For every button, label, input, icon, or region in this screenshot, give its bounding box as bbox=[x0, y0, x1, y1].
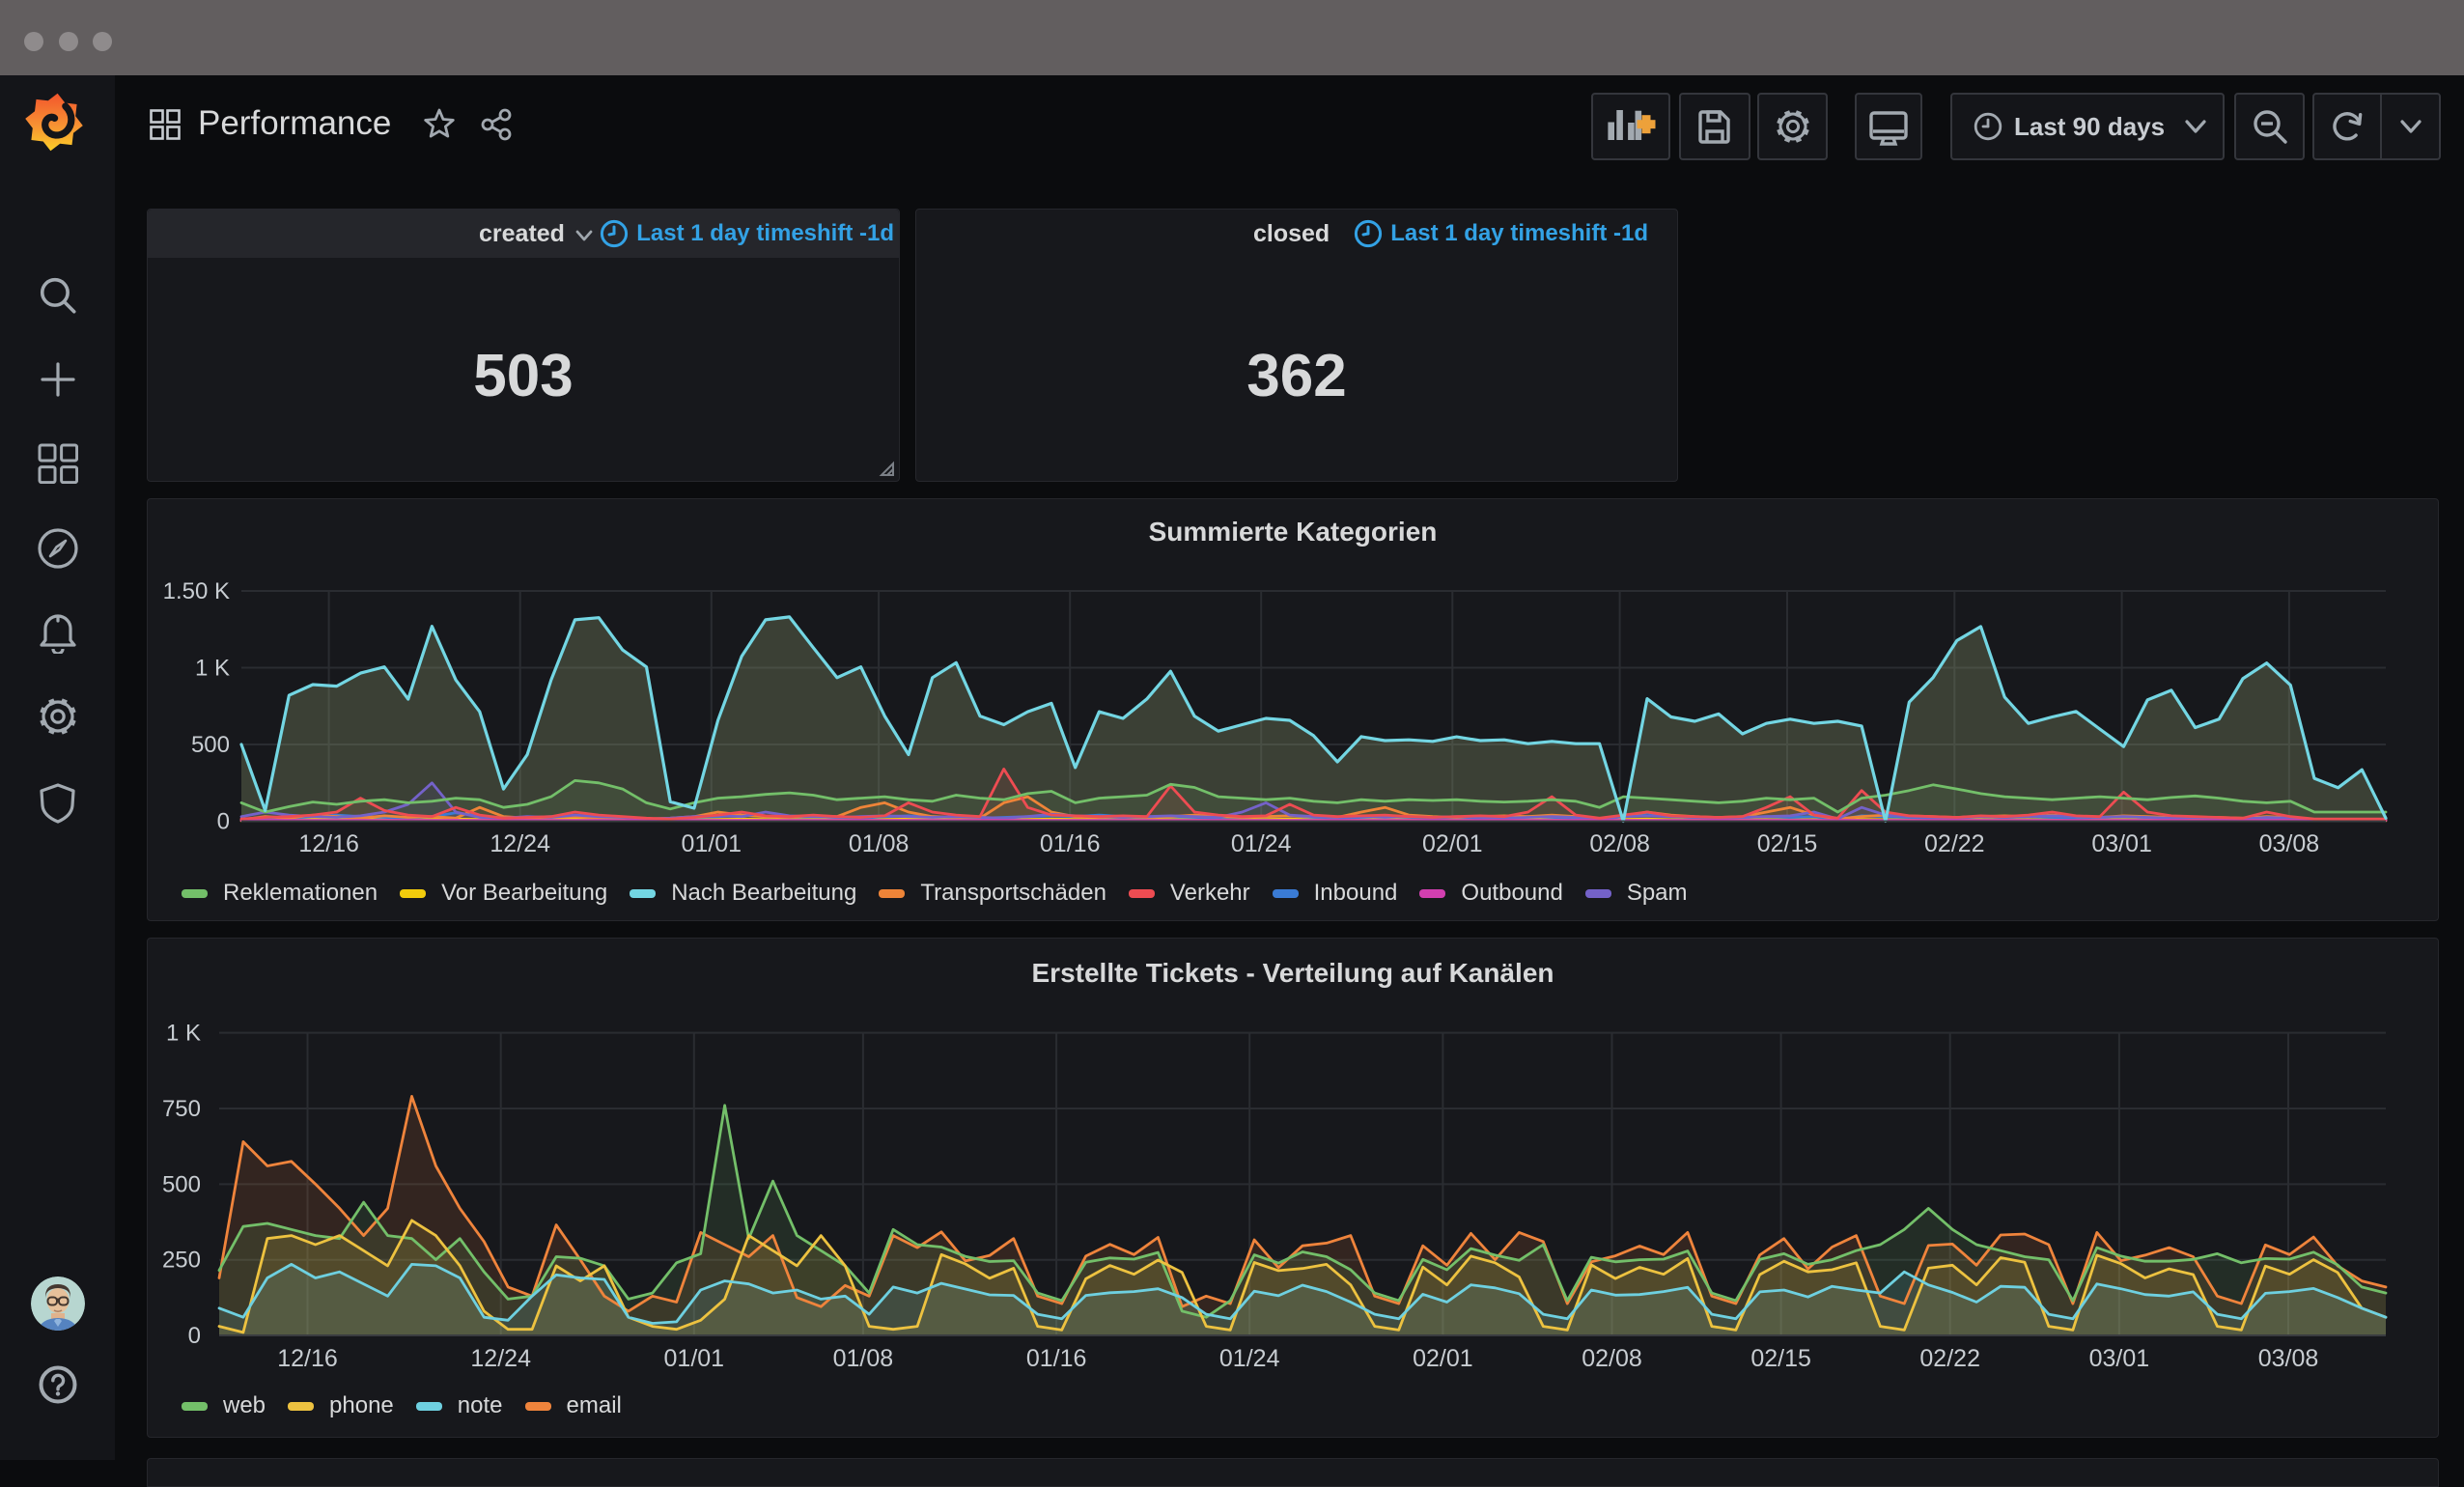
svg-text:01/08: 01/08 bbox=[849, 830, 910, 857]
svg-text:0: 0 bbox=[217, 809, 230, 835]
svg-text:01/16: 01/16 bbox=[1026, 1345, 1087, 1372]
svg-text:12/24: 12/24 bbox=[490, 830, 550, 857]
svg-text:250: 250 bbox=[162, 1248, 201, 1274]
svg-text:01/16: 01/16 bbox=[1040, 830, 1101, 857]
svg-text:1.50 K: 1.50 K bbox=[163, 578, 230, 604]
svg-text:1 K: 1 K bbox=[166, 1021, 201, 1047]
svg-text:02/22: 02/22 bbox=[1919, 1345, 1980, 1372]
svg-text:02/08: 02/08 bbox=[1589, 830, 1650, 857]
svg-text:03/08: 03/08 bbox=[2259, 830, 2320, 857]
svg-text:12/16: 12/16 bbox=[277, 1345, 338, 1372]
svg-text:03/01: 03/01 bbox=[2091, 830, 2152, 857]
svg-text:500: 500 bbox=[162, 1171, 201, 1197]
svg-text:03/01: 03/01 bbox=[2089, 1345, 2150, 1372]
svg-text:02/22: 02/22 bbox=[1924, 830, 1985, 857]
svg-text:01/01: 01/01 bbox=[664, 1345, 725, 1372]
svg-text:02/08: 02/08 bbox=[1582, 1345, 1642, 1372]
svg-text:500: 500 bbox=[191, 732, 230, 758]
svg-text:1 K: 1 K bbox=[195, 656, 230, 682]
svg-text:0: 0 bbox=[188, 1323, 201, 1349]
svg-text:12/16: 12/16 bbox=[298, 830, 359, 857]
svg-text:01/24: 01/24 bbox=[1231, 830, 1292, 857]
svg-text:01/24: 01/24 bbox=[1219, 1345, 1280, 1372]
svg-text:02/15: 02/15 bbox=[1750, 1345, 1811, 1372]
svg-text:03/08: 03/08 bbox=[2258, 1345, 2319, 1372]
svg-text:02/01: 02/01 bbox=[1413, 1345, 1473, 1372]
svg-text:750: 750 bbox=[162, 1096, 201, 1122]
svg-text:01/08: 01/08 bbox=[833, 1345, 894, 1372]
svg-text:02/01: 02/01 bbox=[1422, 830, 1483, 857]
svg-text:12/24: 12/24 bbox=[470, 1345, 531, 1372]
svg-text:02/15: 02/15 bbox=[1757, 830, 1818, 857]
svg-text:01/01: 01/01 bbox=[682, 830, 742, 857]
